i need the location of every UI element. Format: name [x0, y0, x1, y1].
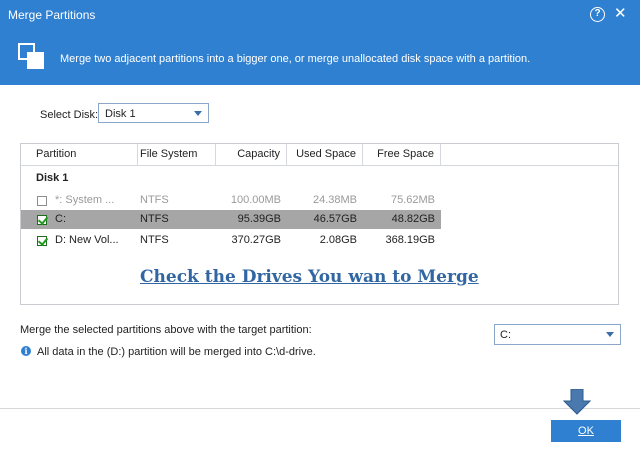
column-header-partition[interactable]: Partition	[36, 144, 138, 165]
capacity: 370.27GB	[231, 234, 281, 246]
disk-group-label: Disk 1	[36, 172, 69, 184]
column-header-file-system[interactable]: File System	[138, 144, 216, 165]
question-circle-icon[interactable]: ?	[590, 7, 605, 22]
annotation-caption: Check the Drives You wan to Merge	[140, 267, 479, 287]
row-checkbox[interactable]	[37, 236, 47, 246]
partition-name: C:	[55, 213, 66, 225]
row-checkbox[interactable]	[37, 196, 47, 206]
table-row[interactable]: *: System ... NTFS 100.00MB 24.38MB 75.6…	[21, 191, 441, 210]
disk-select-value: Disk 1	[105, 108, 136, 120]
column-header-free-space[interactable]: Free Space	[363, 144, 441, 165]
title-bar: Merge Partitions ? ✕	[0, 0, 640, 30]
window-title: Merge Partitions	[8, 8, 96, 22]
capacity: 95.39GB	[237, 213, 281, 225]
table-row[interactable]: C: NTFS 95.39GB 46.57GB 48.82GB	[21, 210, 441, 229]
used-space: 24.38MB	[312, 194, 357, 206]
free-space: 368.19GB	[385, 234, 435, 246]
chevron-down-icon	[194, 111, 202, 116]
disk-select[interactable]: Disk 1	[98, 103, 209, 123]
partition-name: *: System ...	[55, 194, 115, 206]
free-space: 48.82GB	[391, 213, 435, 225]
chevron-down-icon	[606, 332, 614, 337]
info-message: All data in the (D:) partition will be m…	[37, 346, 316, 358]
used-space: 2.08GB	[319, 234, 357, 246]
target-partition-label: Merge the selected partitions above with…	[20, 324, 312, 336]
merge-partitions-icon	[18, 43, 46, 71]
target-partition-select[interactable]: C:	[494, 324, 621, 345]
ok-button[interactable]: OK	[551, 420, 621, 442]
row-checkbox[interactable]	[37, 215, 47, 225]
table-row[interactable]: D: New Vol... NTFS 370.27GB 2.08GB 368.1…	[21, 231, 441, 250]
capacity: 100.00MB	[230, 194, 281, 206]
column-header-capacity[interactable]: Capacity	[216, 144, 287, 165]
banner: Merge two adjacent partitions into a big…	[0, 30, 640, 85]
banner-description: Merge two adjacent partitions into a big…	[60, 53, 531, 65]
free-space: 75.62MB	[390, 194, 435, 206]
file-system: NTFS	[140, 234, 169, 246]
column-header-used-space[interactable]: Used Space	[287, 144, 363, 165]
info-icon: i	[21, 346, 31, 356]
table-header: Partition File System Capacity Used Spac…	[21, 144, 618, 166]
footer-divider	[0, 408, 640, 409]
file-system: NTFS	[140, 194, 169, 206]
file-system: NTFS	[140, 213, 169, 225]
close-icon[interactable]: ✕	[614, 5, 627, 23]
down-arrow-icon	[563, 389, 591, 415]
target-partition-value: C:	[500, 329, 511, 341]
partition-name: D: New Vol...	[55, 234, 119, 246]
used-space: 46.57GB	[313, 213, 357, 225]
select-disk-label: Select Disk:	[40, 109, 99, 121]
